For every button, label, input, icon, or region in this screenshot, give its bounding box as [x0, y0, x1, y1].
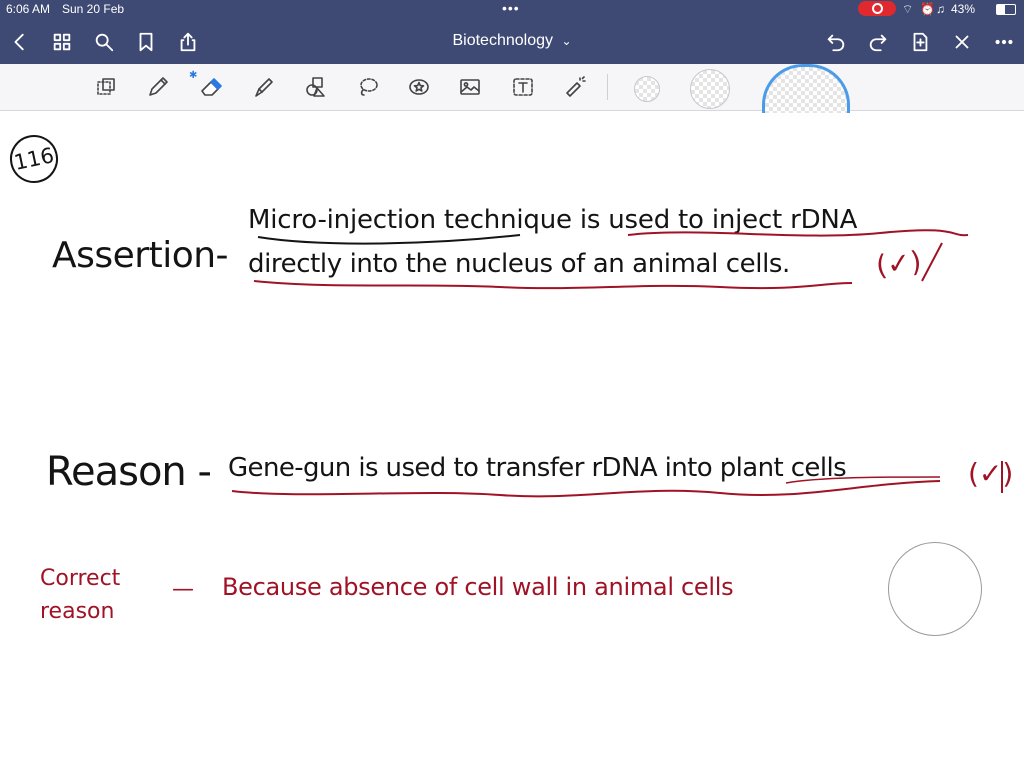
headphones-icon: ♫ [936, 2, 945, 16]
reason-underline [231, 480, 941, 498]
battery-icon [996, 4, 1016, 15]
wifi-icon: ⌔ [902, 2, 914, 16]
laser-pointer-icon[interactable] [560, 72, 590, 102]
chevron-down-icon[interactable]: ⌄ [561, 34, 571, 48]
sticker-icon[interactable] [404, 72, 434, 102]
top-bar: 6:06 AM Sun 20 Feb ••• ⌔ ⏰ ♫ 43% Biotech… [0, 0, 1024, 64]
document-title-text[interactable]: Biotechnology [452, 32, 553, 49]
status-battery: 43% [951, 2, 976, 16]
undo-icon[interactable] [822, 28, 850, 56]
large-stroke-option-selected[interactable] [762, 64, 850, 113]
assertion-check-stroke [921, 242, 943, 282]
image-icon[interactable] [455, 72, 485, 102]
toolbar-divider [607, 74, 608, 100]
grid-view-icon[interactable] [48, 28, 76, 56]
close-icon[interactable] [948, 28, 976, 56]
add-page-icon[interactable] [906, 28, 934, 56]
more-options-icon[interactable] [990, 28, 1018, 56]
lasso-icon[interactable] [353, 72, 383, 102]
micro-injection-underline [257, 234, 521, 245]
multitask-dots-icon[interactable]: ••• [502, 0, 520, 16]
highlighter-icon[interactable] [248, 72, 278, 102]
status-time: 6:06 AM [6, 2, 51, 16]
alarm-icon: ⏰ [920, 2, 935, 16]
search-icon[interactable] [90, 28, 118, 56]
note-canvas[interactable]: 116 Assertion- Micro-injection technique… [0, 111, 1024, 768]
floating-pointer-circle[interactable] [888, 542, 982, 636]
text-icon[interactable] [508, 72, 538, 102]
drawing-toolbar: ✱ [0, 64, 1024, 113]
bookmark-icon[interactable] [132, 28, 160, 56]
redo-icon[interactable] [864, 28, 892, 56]
back-icon[interactable] [6, 28, 34, 56]
share-icon[interactable] [174, 28, 202, 56]
shapes-icon[interactable] [300, 72, 330, 102]
assertion-line-2-underline [253, 280, 853, 290]
assertion-line-1-underline [627, 229, 969, 237]
status-date: Sun 20 Feb [62, 2, 125, 16]
annotation-underlines [231, 229, 1003, 498]
small-stroke-option[interactable] [634, 76, 660, 102]
pen-icon[interactable] [143, 72, 173, 102]
lasso-select-icon[interactable] [91, 72, 121, 102]
eraser-icon[interactable] [196, 72, 226, 102]
medium-stroke-option[interactable] [690, 69, 730, 109]
recording-indicator-icon [858, 1, 896, 16]
